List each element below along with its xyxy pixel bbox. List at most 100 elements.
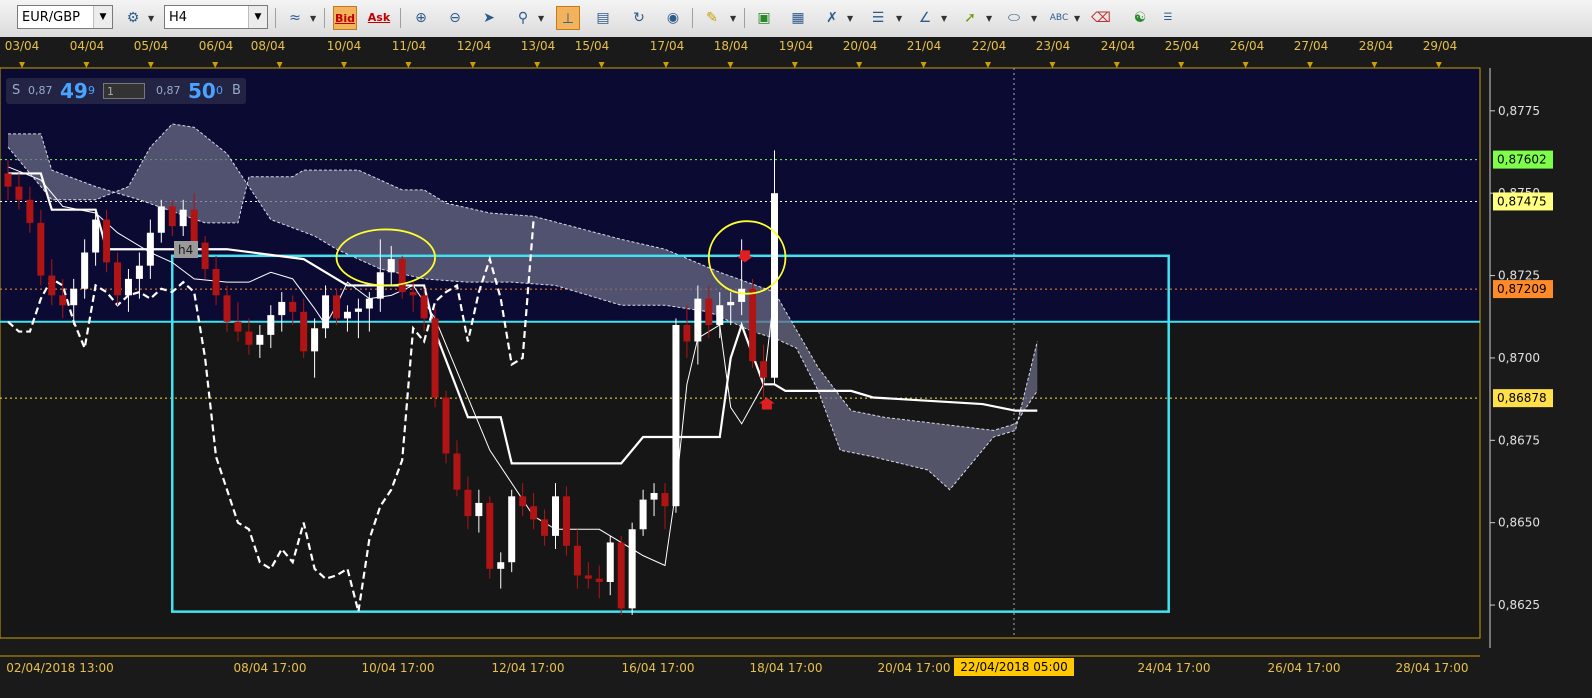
candle-down: [398, 259, 406, 293]
candle-down: [705, 298, 713, 325]
candle-up: [387, 259, 395, 273]
chevron-down-icon[interactable]: ▼: [847, 14, 853, 23]
candle-up: [497, 562, 505, 569]
refresh-icon[interactable]: ↻: [627, 6, 651, 30]
screenshot-icon[interactable]: ▦: [786, 6, 810, 30]
top-date-label: 25/04: [1164, 39, 1200, 53]
collapse-icon[interactable]: ☰: [1156, 6, 1180, 30]
top-date-label: 17/04: [649, 39, 685, 53]
candle-up: [124, 278, 132, 296]
buy-price-button[interactable]: 50: [188, 78, 216, 104]
candle-down: [223, 295, 231, 322]
bars-icon[interactable]: ☰: [866, 6, 890, 30]
timeframe-tag-label: h4: [178, 243, 193, 257]
symbol-value: EUR/GBP: [22, 10, 80, 25]
candle-up: [322, 295, 330, 329]
trendline-icon[interactable]: ➚: [958, 6, 982, 30]
timeframe-tag: h4: [174, 241, 198, 258]
candle-up: [716, 305, 724, 325]
chevron-down-icon[interactable]: ▼: [896, 14, 902, 23]
candle-down: [541, 519, 549, 536]
eraser-icon[interactable]: ⌫: [1089, 6, 1113, 30]
price-tag-label: 0,86878: [1497, 391, 1547, 405]
chevron-down-icon[interactable]: ▼: [538, 14, 544, 23]
tree-icon[interactable]: ☯: [1128, 6, 1152, 30]
chevron-down-icon[interactable]: ▼: [941, 14, 947, 23]
sell-pip: 9: [88, 84, 95, 97]
candle-down: [420, 295, 428, 319]
candle-down: [431, 318, 439, 398]
candle-down: [234, 321, 242, 332]
sell-label: S: [12, 83, 21, 98]
candle-up: [606, 542, 614, 582]
price-tag-label: 0,87209: [1497, 282, 1547, 296]
timeframe-select[interactable]: H4 ▼: [164, 5, 268, 29]
price-panel: S 0,87 49 9 1 0,87 50 0 B: [6, 78, 246, 104]
chevron-down-icon[interactable]: ▼: [730, 14, 736, 23]
price-tag-label: 0,87602: [1497, 153, 1547, 167]
candle-down: [442, 397, 450, 454]
top-date-label: 29/04: [1422, 39, 1458, 53]
globe-icon[interactable]: ◉: [661, 6, 685, 30]
chevron-down-icon: ▼: [93, 6, 112, 28]
candle-down: [289, 301, 297, 312]
candle-down: [530, 506, 538, 520]
candle-up: [92, 219, 100, 253]
chevron-down-icon[interactable]: ▼: [148, 14, 154, 23]
image-icon[interactable]: ▣: [752, 6, 776, 30]
candle-up: [639, 499, 647, 530]
separator: [324, 8, 325, 28]
candle-up: [650, 493, 658, 500]
ruler-icon[interactable]: ✎: [700, 6, 724, 30]
chevron-down-icon[interactable]: ▼: [986, 14, 992, 23]
template-icon[interactable]: ▤: [591, 6, 615, 30]
top-date-label: 13/04: [520, 39, 556, 53]
candle-up: [70, 288, 78, 306]
chevron-down-icon[interactable]: ▼: [1074, 14, 1080, 23]
top-date-label: 21/04: [906, 39, 942, 53]
top-date-label: 15/04: [574, 39, 610, 53]
ask-button[interactable]: Ask: [367, 6, 391, 30]
x-tick-label: 02/04/2018 13:00: [6, 661, 114, 675]
timeframe-value: H4: [169, 10, 188, 25]
separator: [744, 8, 745, 28]
y-tick-label: 0,8700: [1498, 351, 1540, 365]
crosshair-icon[interactable]: ⊥: [556, 6, 580, 30]
chevron-down-icon[interactable]: ▼: [310, 14, 316, 23]
top-date-label: 23/04: [1035, 39, 1071, 53]
compare-icon[interactable]: ✗: [820, 6, 844, 30]
top-date-label: 28/04: [1358, 39, 1394, 53]
symbol-select[interactable]: EUR/GBP ▼: [17, 5, 113, 29]
sell-price-button[interactable]: 49: [60, 78, 88, 104]
price-chart[interactable]: 0,87750,87500,87250,87000,86750,86500,86…: [0, 54, 1592, 698]
ellipse-icon[interactable]: ⬭: [1002, 6, 1026, 30]
chart-type-icon[interactable]: ≈: [283, 6, 307, 30]
currency-pair-icon[interactable]: ⚙: [121, 6, 145, 30]
candle-down: [562, 496, 570, 546]
zoom-select-icon[interactable]: ⚲: [511, 6, 535, 30]
quantity-field[interactable]: 1: [103, 83, 145, 99]
candle-up: [311, 328, 319, 352]
sell-prefix: 0,87: [28, 84, 53, 97]
candle-down: [4, 173, 12, 187]
candle-down: [486, 502, 494, 569]
x-tick-label: 18/04 17:00: [750, 661, 823, 675]
top-date-label: 06/04: [198, 39, 234, 53]
candle-down: [573, 545, 581, 576]
zoom-in-icon[interactable]: ⊕: [409, 6, 433, 30]
zoom-out-icon[interactable]: ⊖: [443, 6, 467, 30]
text-abc-icon[interactable]: ABC: [1047, 6, 1071, 30]
x-tick-label: 26/04 17:00: [1268, 661, 1341, 675]
candle-down: [245, 331, 253, 345]
candle-up: [354, 308, 362, 312]
fibonacci-icon[interactable]: ∠: [913, 6, 937, 30]
candle-down: [168, 206, 176, 227]
top-date-label: 10/04: [326, 39, 362, 53]
top-date-label: 11/04: [391, 39, 427, 53]
candle-up: [256, 334, 264, 345]
candle-up: [179, 209, 187, 227]
cursor-icon[interactable]: ➤: [477, 6, 501, 30]
chevron-down-icon[interactable]: ▼: [1031, 14, 1037, 23]
candle-down: [409, 292, 417, 296]
bid-button[interactable]: Bid: [333, 6, 357, 30]
